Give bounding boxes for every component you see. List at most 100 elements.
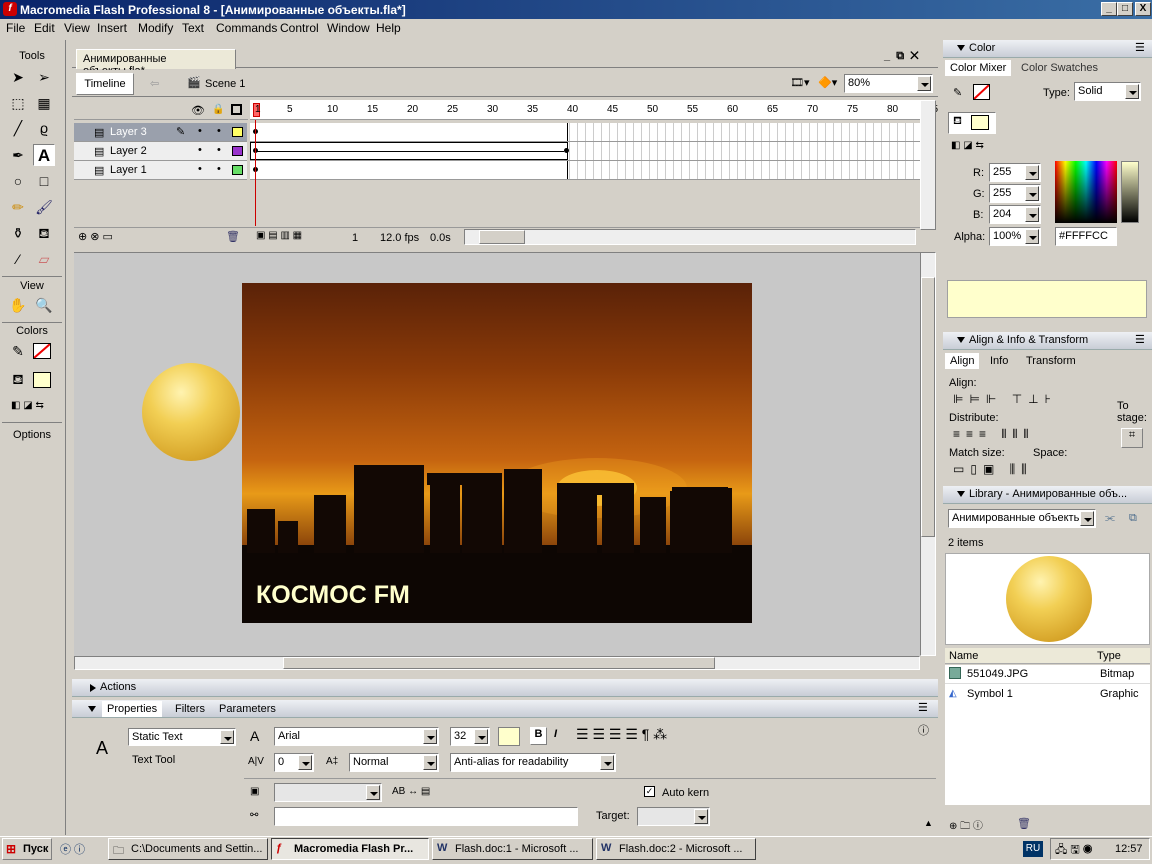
hex-field[interactable]: #FFFFCC xyxy=(1055,227,1117,246)
menu-window[interactable]: Window xyxy=(327,21,370,35)
edit-symbols-icon[interactable]: 🔶▾ xyxy=(818,76,837,89)
new-library-icon[interactable]: ⧉ xyxy=(1129,512,1137,525)
frame-ruler[interactable]: 1510152025303540455055606570758085 xyxy=(250,100,938,120)
selectable-icons[interactable]: AB ↔ ▤ xyxy=(392,786,430,797)
g-field[interactable]: 255 xyxy=(989,184,1041,203)
collapse-arrow-icon[interactable] xyxy=(957,491,965,497)
target-select[interactable] xyxy=(637,807,710,826)
delete-layer-icon[interactable]: 🗑 xyxy=(226,230,240,243)
subselect-tool-icon[interactable]: ➢ xyxy=(33,66,55,88)
lock-dot[interactable]: • xyxy=(217,163,221,175)
arrow-tool-icon[interactable]: ➤ xyxy=(7,66,29,88)
brightness-slider[interactable] xyxy=(1121,161,1139,223)
r-field[interactable]: 255 xyxy=(989,163,1041,182)
visibility-dot[interactable]: • xyxy=(198,163,202,175)
taskbar-item-word-2[interactable]: W Flash.doc:2 - Microsoft ... xyxy=(596,838,756,860)
font-size-field[interactable]: 32 xyxy=(450,727,490,746)
collapse-arrow-icon[interactable] xyxy=(957,45,965,51)
visibility-dot[interactable]: • xyxy=(198,144,202,156)
zoom-select[interactable]: 80% xyxy=(844,74,933,93)
text-tool-icon[interactable]: A xyxy=(33,144,55,166)
doc-window-controls[interactable]: _ ⧉ ✕ xyxy=(884,50,919,63)
frame-rate[interactable]: 12.0 fps xyxy=(380,232,419,244)
match-size-icons[interactable]: ▭▯▣ ⫼⫼ xyxy=(953,462,1033,477)
stage-photo[interactable]: КОСМОС FM xyxy=(242,283,752,623)
tab-properties[interactable]: Properties xyxy=(102,701,163,717)
stroke-swatch[interactable] xyxy=(973,84,990,100)
ie-icon[interactable]: ⓔ ⓘ xyxy=(60,841,85,857)
taskbar-item-explorer[interactable]: 🗀 C:\Documents and Settin... xyxy=(108,838,268,860)
layer-color-box[interactable] xyxy=(232,146,243,156)
tab-color-swatches[interactable]: Color Swatches xyxy=(1016,60,1103,76)
eraser-tool-icon[interactable]: ▱ xyxy=(33,248,55,270)
expand-properties-icon[interactable]: ▲ xyxy=(924,818,933,828)
fill-type-select[interactable]: Solid xyxy=(1074,82,1141,101)
oval-tool-icon[interactable]: ○ xyxy=(7,170,29,192)
letter-spacing-field[interactable]: 0 xyxy=(274,753,314,772)
tab-info[interactable]: Info xyxy=(985,353,1013,369)
menu-text[interactable]: Text xyxy=(182,21,204,35)
tab-align[interactable]: Align xyxy=(945,353,980,369)
tab-transform[interactable]: Transform xyxy=(1021,353,1081,369)
fill-transform-tool-icon[interactable]: ▦ xyxy=(33,92,55,114)
auto-kern-checkbox[interactable]: ✓ xyxy=(644,786,655,797)
col-type[interactable]: Type xyxy=(1097,650,1121,662)
frames-row-2[interactable] xyxy=(250,142,920,161)
to-stage-button[interactable]: ⌗ xyxy=(1121,428,1143,448)
collapse-arrow-icon[interactable] xyxy=(957,337,965,343)
text-color-swatch[interactable] xyxy=(498,727,520,746)
library-document-select[interactable]: Анимированные объекть xyxy=(948,509,1096,528)
brush-tool-icon[interactable]: 🖌 xyxy=(33,196,55,218)
swap-colors-icon[interactable]: ◧ ◪ ⇆ xyxy=(11,400,44,411)
pin-library-icon[interactable]: ⫘ xyxy=(1105,512,1115,525)
menu-commands[interactable]: Commands xyxy=(216,21,277,35)
library-item[interactable]: ◭ Symbol 1 Graphic xyxy=(945,684,1150,704)
italic-button[interactable]: I xyxy=(554,728,557,740)
stroke-color-icon[interactable]: ✎ xyxy=(7,340,29,362)
zoom-tool-icon[interactable]: 🔍 xyxy=(33,294,55,316)
tab-color-mixer[interactable]: Color Mixer xyxy=(945,60,1012,76)
fill-swatch[interactable] xyxy=(971,115,989,130)
antialias-select[interactable]: Anti-alias for readability xyxy=(450,753,616,772)
align-buttons-icons[interactable]: ⊫⊨⊩ ⊤⊥⊦ xyxy=(953,392,1057,406)
align-buttons-icon[interactable]: ☰ ☰ ☰ ☰ ¶ ⁂ xyxy=(576,726,667,743)
stage-vscroll[interactable] xyxy=(920,252,936,656)
menu-view[interactable]: View xyxy=(64,21,90,35)
panel-menu-icon[interactable]: ☰ xyxy=(1135,333,1145,346)
tab-parameters[interactable]: Parameters xyxy=(214,701,281,717)
layer-color-box[interactable] xyxy=(232,165,243,175)
free-transform-tool-icon[interactable]: ⬚ xyxy=(7,92,29,114)
timeline-vscroll[interactable] xyxy=(920,100,936,230)
tray-icons[interactable]: 🖧 🖫 ◉ xyxy=(1055,841,1093,860)
swap-icons[interactable]: ◧ ◪ ⇆ xyxy=(951,140,984,151)
layer-row-3[interactable]: ▤ Layer 1 • • xyxy=(74,161,247,180)
lock-dot[interactable]: • xyxy=(217,144,221,156)
document-tab[interactable]: Анимированные объекты.fla* xyxy=(76,49,236,77)
taskbar-item-word-1[interactable]: W Flash.doc:1 - Microsoft ... xyxy=(432,838,593,860)
url-field[interactable] xyxy=(274,807,578,826)
layer-row-1[interactable]: ▤ Layer 3 ✎ • • xyxy=(74,123,247,142)
pencil-tool-icon[interactable]: ✏ xyxy=(7,196,29,218)
start-button[interactable]: ⊞ Пуск xyxy=(2,838,52,860)
menu-file[interactable]: File xyxy=(6,21,25,35)
expand-arrow-icon[interactable] xyxy=(90,684,96,692)
line-tool-icon[interactable]: ╱ xyxy=(7,117,29,139)
panel-menu-icon[interactable]: ☰ xyxy=(918,701,928,714)
bold-button[interactable]: B xyxy=(530,727,547,745)
actions-panel-header[interactable]: Actions xyxy=(72,679,938,697)
insert-layer-icon[interactable]: ⊕ ⊗ ▭ xyxy=(78,230,113,243)
menu-control[interactable]: Control xyxy=(280,21,319,35)
stage-area[interactable]: КОСМОС FM xyxy=(74,252,920,656)
layer-color-box[interactable] xyxy=(232,127,243,137)
collapse-arrow-icon[interactable] xyxy=(88,706,96,712)
ink-bottle-tool-icon[interactable]: ⚱ xyxy=(7,222,29,244)
timeline-hscroll[interactable] xyxy=(464,229,916,245)
pen-tool-icon[interactable]: ✒ xyxy=(7,144,29,166)
help-icon[interactable]: ⓘ xyxy=(918,722,929,738)
eye-icon[interactable]: 👁 xyxy=(191,104,205,117)
library-bottom-icons[interactable]: ⊕ 🗀 ⓘ xyxy=(949,817,983,836)
library-delete-icon[interactable]: 🗑 xyxy=(1017,817,1031,830)
fill-color-swatch[interactable] xyxy=(33,372,51,388)
font-select[interactable]: Arial xyxy=(274,727,439,746)
eyedropper-tool-icon[interactable]: ⁄ xyxy=(7,248,29,270)
